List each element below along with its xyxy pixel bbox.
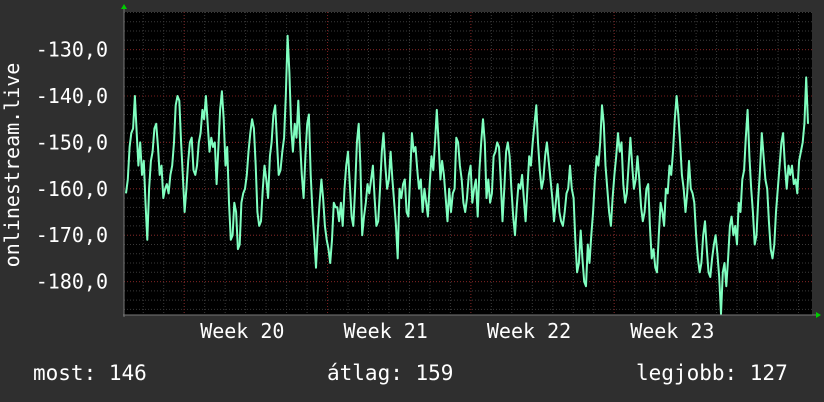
y-tick-label: -160,0: [36, 177, 108, 201]
x-tick-labels: Week 20 Week 21 Week 22 Week 23: [200, 319, 714, 343]
y-axis-arrow-icon: [121, 4, 127, 9]
y-tick-label: -170,0: [36, 223, 108, 247]
x-tick-label: Week 21: [344, 319, 428, 343]
current-value-text: most: 146: [33, 361, 147, 385]
x-tick-label: Week 22: [487, 319, 571, 343]
y-axis-label: onlinestream.live: [0, 63, 24, 268]
chart-panel: -130,0 -140,0 -150,0 -160,0 -170,0 -180,0 Wee…: [0, 0, 824, 402]
x-axis-arrow-icon: [816, 312, 821, 318]
line-chart: -130,0 -140,0 -150,0 -160,0 -170,0 -180,0 Wee…: [0, 4, 821, 343]
best-value-text: legjobb: 127: [636, 361, 788, 385]
y-tick-label: -150,0: [36, 130, 108, 154]
y-tick-label: -140,0: [36, 84, 108, 108]
y-tick-label: -130,0: [36, 38, 108, 62]
x-tick-label: Week 23: [630, 319, 714, 343]
y-tick-label: -180,0: [36, 270, 108, 294]
average-value-text: átlag: 159: [327, 361, 454, 385]
y-tick-labels: -130,0 -140,0 -150,0 -160,0 -170,0 -180,0: [36, 38, 108, 294]
x-tick-label: Week 20: [200, 319, 284, 343]
